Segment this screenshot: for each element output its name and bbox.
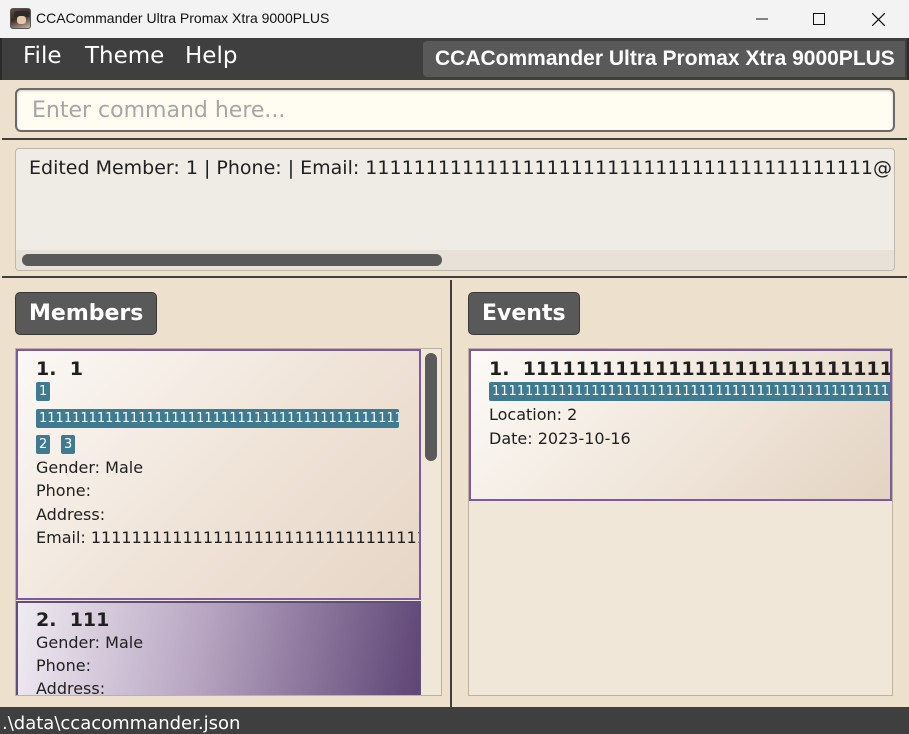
member-gender: Gender: Male bbox=[36, 458, 144, 477]
menu-theme[interactable]: Theme bbox=[85, 43, 164, 69]
member-title: 2. 111 bbox=[36, 609, 110, 631]
events-panel: Events 1. 1111111111111111111111111111 11… bbox=[456, 280, 907, 707]
members-list[interactable]: 1. 1 1 111111111111111111111111111111111… bbox=[15, 348, 442, 696]
members-title: Members bbox=[15, 292, 158, 335]
close-icon bbox=[871, 12, 885, 26]
event-tag: 1111111111111111111111111111111111111111… bbox=[489, 382, 890, 401]
member-phone: Phone: bbox=[36, 481, 91, 500]
command-input[interactable] bbox=[15, 88, 895, 132]
member-card[interactable]: 1. 1 1 111111111111111111111111111111111… bbox=[16, 349, 421, 600]
event-card[interactable]: 1. 1111111111111111111111111111 11111111 … bbox=[469, 349, 892, 501]
maximize-button[interactable] bbox=[790, 0, 848, 38]
member-card[interactable]: 2. 111 Gender: Male Phone: Address: bbox=[16, 601, 421, 696]
event-date: Date: 2023-10-16 bbox=[489, 429, 631, 448]
minimize-icon bbox=[756, 18, 768, 20]
minimize-button[interactable] bbox=[733, 0, 791, 38]
window-title-bar: CCACommander Ultra Promax Xtra 9000PLUS bbox=[0, 0, 909, 38]
member-tag: 1 bbox=[36, 382, 51, 401]
member-title: 1. 1 bbox=[36, 358, 83, 380]
data-file-path: .\data\ccacommander.json bbox=[2, 713, 241, 734]
event-location: Location: 2 bbox=[489, 405, 578, 424]
member-address: Address: bbox=[36, 679, 106, 696]
member-phone: Phone: bbox=[36, 656, 91, 675]
app-brand-text: CCACommander Ultra Promax Xtra 9000PLUS bbox=[435, 47, 895, 70]
app-icon bbox=[10, 8, 31, 29]
member-address: Address: bbox=[36, 505, 106, 524]
result-message: Edited Member: 1 | Phone: | Email: 11111… bbox=[29, 157, 893, 179]
members-panel: Members 1. 1 1 1111111111111111111111111… bbox=[2, 280, 452, 707]
menu-help[interactable]: Help bbox=[185, 43, 237, 69]
maximize-icon bbox=[813, 13, 825, 25]
member-email: Email: 111111111111111111111111111111111… bbox=[36, 528, 421, 547]
result-display: Edited Member: 1 | Phone: | Email: 11111… bbox=[15, 148, 895, 271]
members-vertical-scrollbar[interactable] bbox=[425, 353, 437, 461]
status-bar: .\data\ccacommander.json bbox=[0, 707, 909, 734]
menu-file[interactable]: File bbox=[23, 43, 62, 69]
events-list[interactable]: 1. 1111111111111111111111111111 11111111 … bbox=[468, 348, 893, 696]
event-title: 1. 111111111111111111111111111111111111 bbox=[489, 358, 892, 380]
member-tag: 1111111111111111111111111111111111111111… bbox=[36, 409, 399, 428]
member-tag: 2 bbox=[36, 435, 51, 454]
app-brand-label: CCACommander Ultra Promax Xtra 9000PLUS bbox=[423, 41, 905, 77]
window-title: CCACommander Ultra Promax Xtra 9000PLUS bbox=[36, 10, 330, 26]
events-title: Events bbox=[468, 292, 580, 335]
close-button[interactable] bbox=[849, 0, 907, 38]
result-horizontal-scrollbar[interactable] bbox=[22, 254, 442, 266]
member-gender: Gender: Male bbox=[36, 633, 144, 652]
member-tag: 3 bbox=[61, 435, 76, 454]
